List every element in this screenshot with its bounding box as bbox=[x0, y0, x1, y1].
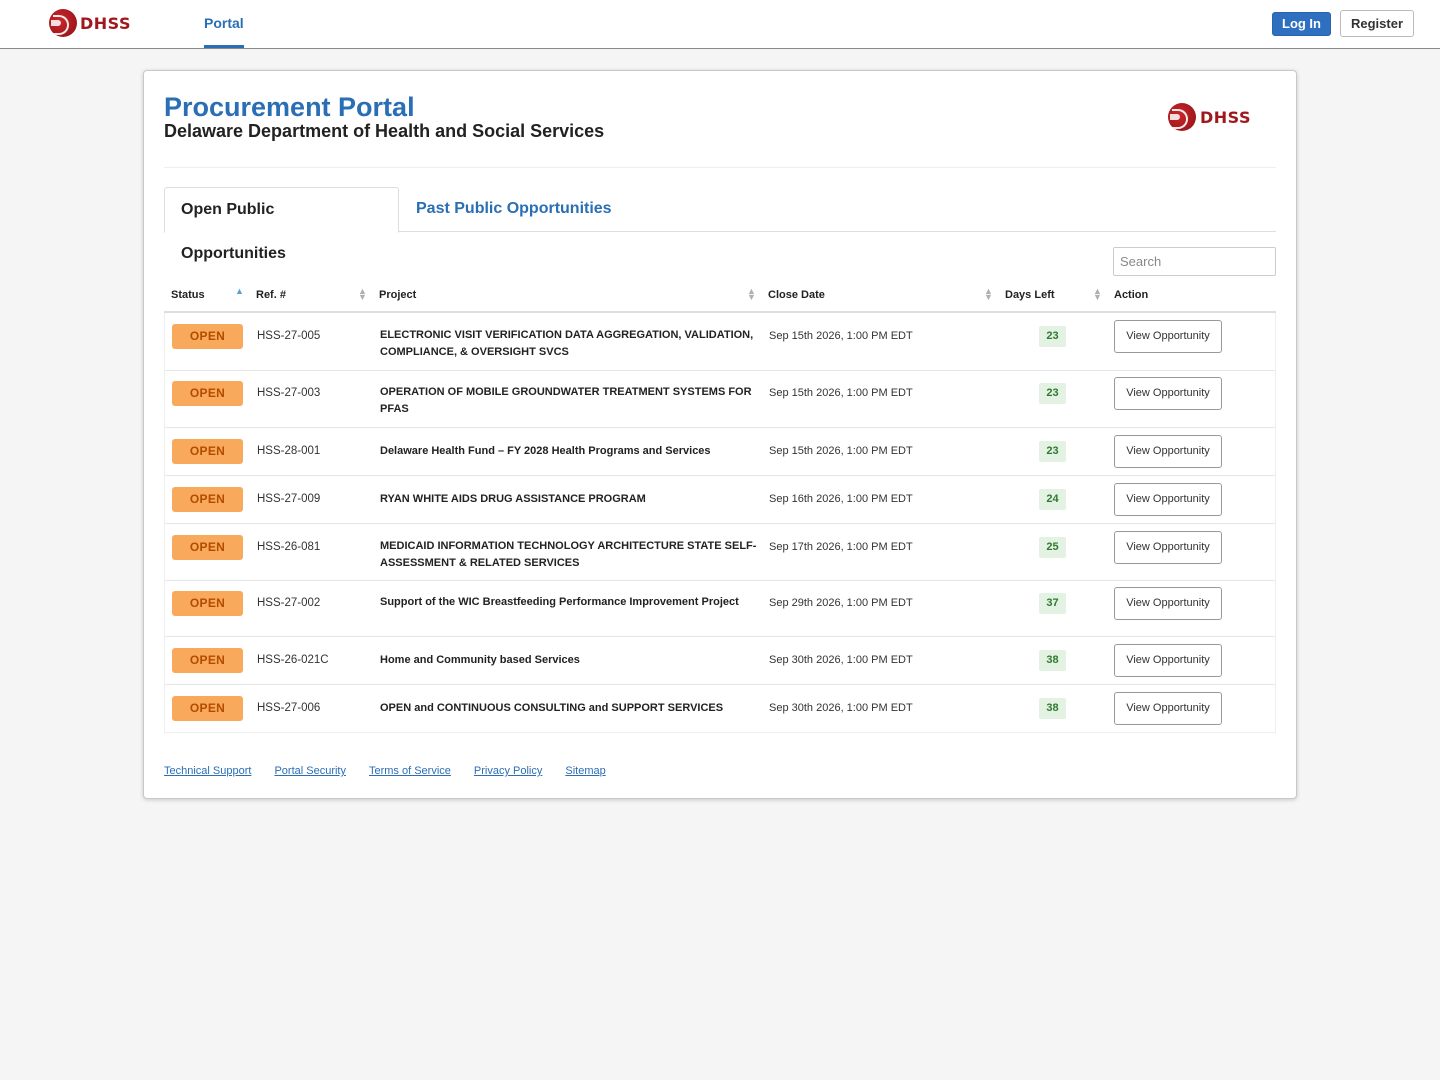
page-title: Procurement Portal bbox=[164, 92, 415, 122]
ref-number: HSS-27-003 bbox=[257, 387, 321, 399]
days-left-badge: 23 bbox=[1039, 383, 1066, 404]
project-name: MEDICAID INFORMATION TECHNOLOGY ARCHITEC… bbox=[380, 540, 757, 569]
view-opportunity-button[interactable]: View Opportunity bbox=[1114, 377, 1222, 410]
table-header: Status ▲▼ Ref. # ▲▼ Project ▲▼ Close Dat… bbox=[164, 281, 1276, 313]
table-body: OPEN HSS-27-005 ELECTRONIC VISIT VERIFIC… bbox=[164, 313, 1276, 733]
ref-number: HSS-27-009 bbox=[257, 493, 321, 505]
sort-asc-icon[interactable]: ▲▼ bbox=[235, 287, 244, 300]
view-opportunity-button[interactable]: View Opportunity bbox=[1114, 692, 1222, 725]
dhss-logo-text: DHSS bbox=[80, 13, 131, 33]
top-navbar: DHSS Portal Log In Register bbox=[0, 0, 1440, 49]
login-button[interactable]: Log In bbox=[1272, 12, 1331, 36]
project-name: Delaware Health Fund – FY 2028 Health Pr… bbox=[380, 445, 711, 457]
project-name: ELECTRONIC VISIT VERIFICATION DATA AGGRE… bbox=[380, 329, 754, 358]
ref-number: HSS-27-005 bbox=[257, 330, 321, 342]
status-badge: OPEN bbox=[172, 381, 243, 406]
view-opportunity-button[interactable]: View Opportunity bbox=[1114, 435, 1222, 468]
table-row: OPEN HSS-27-003 OPERATION OF MOBILE GROU… bbox=[165, 370, 1275, 427]
column-header-close-date[interactable]: Close Date bbox=[768, 281, 825, 311]
close-date: Sep 29th 2026, 1:00 PM EDT bbox=[769, 597, 913, 609]
table-row: OPEN HSS-26-081 MEDICAID INFORMATION TEC… bbox=[165, 523, 1275, 580]
close-date: Sep 15th 2026, 1:00 PM EDT bbox=[769, 445, 913, 457]
column-header-action: Action bbox=[1114, 289, 1149, 301]
sort-icon[interactable]: ▲ ▼ bbox=[1093, 287, 1102, 302]
view-opportunity-button[interactable]: View Opportunity bbox=[1114, 531, 1222, 564]
page-subtitle: Delaware Department of Health and Social… bbox=[164, 121, 605, 141]
ref-number: HSS-28-001 bbox=[257, 445, 321, 457]
nav-portal-link[interactable]: Portal bbox=[204, 0, 244, 48]
footer-link-technical-support[interactable]: Technical Support bbox=[164, 765, 251, 777]
project-name: Home and Community based Services bbox=[380, 654, 580, 666]
status-badge: OPEN bbox=[172, 439, 243, 464]
sort-icon[interactable]: ▲ ▼ bbox=[747, 287, 756, 302]
view-opportunity-button[interactable]: View Opportunity bbox=[1114, 320, 1222, 353]
project-name: Support of the WIC Breastfeeding Perform… bbox=[380, 596, 739, 608]
column-header-status[interactable]: Status bbox=[171, 281, 205, 311]
close-date: Sep 15th 2026, 1:00 PM EDT bbox=[769, 330, 913, 342]
days-left-badge: 24 bbox=[1039, 489, 1066, 510]
header-divider bbox=[164, 167, 1276, 168]
project-name: OPERATION OF MOBILE GROUNDWATER TREATMEN… bbox=[380, 386, 752, 415]
register-button[interactable]: Register bbox=[1340, 10, 1414, 37]
column-header-days-left[interactable]: Days Left bbox=[1005, 281, 1055, 311]
status-badge: OPEN bbox=[172, 535, 243, 560]
days-left-badge: 25 bbox=[1039, 537, 1066, 558]
project-name: RYAN WHITE AIDS DRUG ASSISTANCE PROGRAM bbox=[380, 493, 646, 505]
opportunity-tabs: Open Public Opportunities Past Public Op… bbox=[164, 187, 1276, 262]
close-date: Sep 17th 2026, 1:00 PM EDT bbox=[769, 541, 913, 553]
close-date: Sep 16th 2026, 1:00 PM EDT bbox=[769, 493, 913, 505]
dhss-logo-icon bbox=[1168, 103, 1196, 131]
ref-number: HSS-27-006 bbox=[257, 702, 321, 714]
ref-number: HSS-26-081 bbox=[257, 541, 321, 553]
ref-number: HSS-27-002 bbox=[257, 597, 321, 609]
close-date: Sep 30th 2026, 1:00 PM EDT bbox=[769, 654, 913, 666]
table-row: OPEN HSS-27-005 ELECTRONIC VISIT VERIFIC… bbox=[165, 313, 1275, 370]
card-logo-text: DHSS bbox=[1200, 107, 1251, 127]
column-header-project[interactable]: Project bbox=[379, 281, 416, 311]
table-row: OPEN HSS-27-006 OPEN and CONTINUOUS CONS… bbox=[165, 684, 1275, 732]
days-left-badge: 23 bbox=[1039, 441, 1066, 462]
footer-link-terms-of-service[interactable]: Terms of Service bbox=[369, 765, 451, 777]
days-left-badge: 23 bbox=[1039, 326, 1066, 347]
table-row: OPEN HSS-26-021C Home and Community base… bbox=[165, 636, 1275, 684]
ref-number: HSS-26-021C bbox=[257, 654, 329, 666]
footer-link-sitemap[interactable]: Sitemap bbox=[565, 765, 605, 777]
procurement-card: Procurement Portal Delaware Department o… bbox=[143, 70, 1297, 799]
sort-icon[interactable]: ▲ ▼ bbox=[358, 287, 367, 302]
days-left-badge: 38 bbox=[1039, 698, 1066, 719]
table-row: OPEN HSS-27-009 RYAN WHITE AIDS DRUG ASS… bbox=[165, 475, 1275, 523]
search-input[interactable] bbox=[1113, 247, 1276, 276]
dhss-logo-icon bbox=[49, 9, 77, 37]
dhss-logo[interactable]: DHSS bbox=[49, 9, 131, 37]
opportunities-table: Status ▲▼ Ref. # ▲▼ Project ▲▼ Close Dat… bbox=[164, 281, 1276, 733]
table-row: OPEN HSS-27-002 Support of the WIC Breas… bbox=[165, 580, 1275, 636]
status-badge: OPEN bbox=[172, 648, 243, 673]
tab-open-opportunities[interactable]: Open Public Opportunities bbox=[164, 187, 399, 262]
tab-past-opportunities[interactable]: Past Public Opportunities bbox=[400, 187, 628, 233]
status-badge: OPEN bbox=[172, 696, 243, 721]
view-opportunity-button[interactable]: View Opportunity bbox=[1114, 587, 1222, 620]
view-opportunity-button[interactable]: View Opportunity bbox=[1114, 483, 1222, 516]
footer-link-portal-security[interactable]: Portal Security bbox=[274, 765, 346, 777]
days-left-badge: 37 bbox=[1039, 593, 1066, 614]
sort-icon[interactable]: ▲ ▼ bbox=[984, 287, 993, 302]
status-badge: OPEN bbox=[172, 324, 243, 349]
footer-links: Technical Support Portal Security Terms … bbox=[164, 765, 606, 777]
project-name: OPEN and CONTINUOUS CONSULTING and SUPPO… bbox=[380, 702, 724, 714]
footer-link-privacy-policy[interactable]: Privacy Policy bbox=[474, 765, 542, 777]
close-date: Sep 15th 2026, 1:00 PM EDT bbox=[769, 387, 913, 399]
status-badge: OPEN bbox=[172, 591, 243, 616]
column-header-ref[interactable]: Ref. # bbox=[256, 281, 286, 311]
card-dhss-logo: DHSS bbox=[1168, 103, 1251, 131]
status-badge: OPEN bbox=[172, 487, 243, 512]
days-left-badge: 38 bbox=[1039, 650, 1066, 671]
table-row: OPEN HSS-28-001 Delaware Health Fund – F… bbox=[165, 427, 1275, 475]
view-opportunity-button[interactable]: View Opportunity bbox=[1114, 644, 1222, 677]
close-date: Sep 30th 2026, 1:00 PM EDT bbox=[769, 702, 913, 714]
